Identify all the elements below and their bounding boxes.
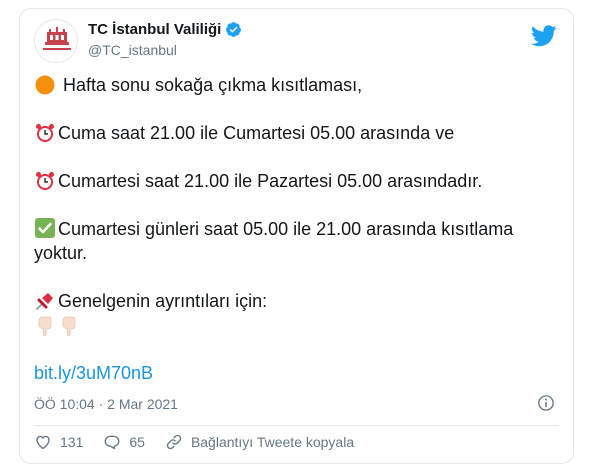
heart-icon xyxy=(36,435,50,450)
pointing-down-icon xyxy=(38,316,52,336)
tweet-line-3: Cumartesi saat 21.00 ile Pazartesi 05.00… xyxy=(34,169,559,193)
tweet-link[interactable]: bit.ly/3uM70nB xyxy=(34,361,153,385)
pushpin-icon xyxy=(36,293,53,310)
tweet-line-4: Cumartesi günleri saat 05.00 ile 21.00 a… xyxy=(34,217,559,265)
tweet-header: TC İstanbul Valiliği @TC_istanbul xyxy=(34,17,559,65)
tweet-body: Hafta sonu sokağa çıkma kısıtlaması, Cum… xyxy=(34,73,559,385)
verified-badge-icon xyxy=(226,22,242,37)
divider xyxy=(34,425,559,426)
tweet-text-line: Hafta sonu sokağa çıkma kısıtlaması, xyxy=(63,75,363,95)
like-count: 131 xyxy=(60,434,84,450)
tweet-text-line: Cumartesi saat 21.00 ile Pazartesi 05.00… xyxy=(58,171,483,191)
tweet-line-6 xyxy=(34,313,559,337)
tweet-text-line: Cuma saat 21.00 ile Cumartesi 05.00 aras… xyxy=(58,123,455,143)
reply-icon xyxy=(104,435,120,450)
tweet-text-line: Genelgenin ayrıntıları için: xyxy=(58,291,268,311)
user-handle[interactable]: @TC_istanbul xyxy=(88,42,177,58)
copy-link-label: Bağlantıyı Tweete kopyala xyxy=(190,434,355,450)
check-mark-button-icon xyxy=(35,218,55,238)
tweet-timestamp[interactable]: ÖÖ 10:04 · 2 Mar 2021 xyxy=(34,396,178,412)
alarm-clock-icon xyxy=(36,172,54,190)
pointing-down-icon xyxy=(62,316,76,336)
twitter-bird-icon[interactable] xyxy=(531,25,557,47)
display-name[interactable]: TC İstanbul Valiliği xyxy=(88,21,242,38)
orange-circle-icon xyxy=(35,75,55,95)
info-icon[interactable] xyxy=(537,394,555,412)
like-button[interactable]: 131 xyxy=(34,433,83,451)
tweet-line-2: Cuma saat 21.00 ile Cumartesi 05.00 aras… xyxy=(34,121,559,145)
reply-count: 65 xyxy=(129,434,145,450)
reply-button[interactable]: 65 xyxy=(103,433,145,451)
tweet-text-line: Cumartesi günleri saat 05.00 ile 21.00 a… xyxy=(34,219,514,263)
copy-link-button[interactable]: Bağlantıyı Tweete kopyala xyxy=(165,433,354,451)
tweet-card[interactable]: TC İstanbul Valiliği @TC_istanbul Hafta … xyxy=(19,8,574,464)
avatar-emblem-icon xyxy=(35,20,77,62)
display-name-text[interactable]: TC İstanbul Valiliği xyxy=(88,21,221,38)
tweet-line-1: Hafta sonu sokağa çıkma kısıtlaması, xyxy=(34,73,559,97)
tweet-line-7: bit.ly/3uM70nB xyxy=(34,361,559,385)
profile-avatar[interactable] xyxy=(34,19,78,63)
alarm-clock-icon xyxy=(36,124,54,142)
link-icon xyxy=(166,434,182,450)
tweet-line-5: Genelgenin ayrıntıları için: xyxy=(34,289,559,313)
tweet-actions: 131 65 Bağlantıyı Tweete kopyala xyxy=(34,433,374,451)
